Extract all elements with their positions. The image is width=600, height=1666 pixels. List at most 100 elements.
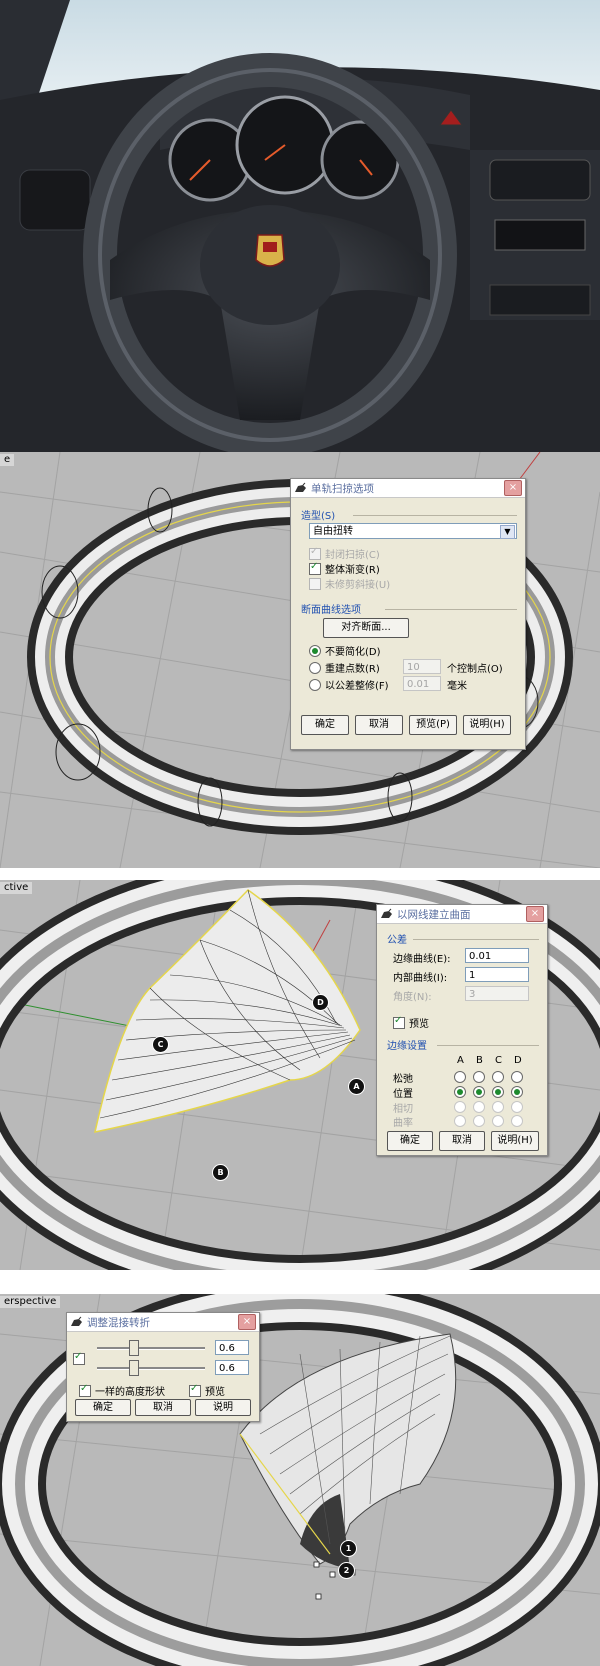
style-select-value: 自由扭转: [313, 526, 353, 537]
bulge-value-1-field[interactable]: 0.6: [215, 1340, 249, 1355]
radio[interactable]: [309, 661, 321, 674]
preview-checkbox[interactable]: 预览: [189, 1383, 225, 1398]
checkbox: [309, 577, 321, 590]
tangent-a-radio: [454, 1101, 466, 1113]
inner-curves-label: 内部曲线(I):: [393, 973, 448, 984]
dialog-title: 单轨扫掠选项: [311, 482, 374, 495]
bulge-slider-1-thumb[interactable]: [129, 1340, 139, 1356]
rebuild-count-field[interactable]: 10: [403, 659, 441, 674]
loose-b-radio[interactable]: [473, 1071, 485, 1083]
tolerance-group-label: 公差: [387, 935, 407, 946]
bulge-slider-1-track[interactable]: [97, 1347, 205, 1350]
ok-button[interactable]: 确定: [301, 715, 349, 735]
style-select[interactable]: 自由扭转 ▼: [309, 523, 517, 539]
angle-label: 角度(N):: [393, 992, 432, 1003]
radio[interactable]: [309, 644, 321, 657]
close-icon[interactable]: ×: [504, 480, 522, 496]
loose-c-radio[interactable]: [492, 1071, 504, 1083]
viewport-rail-sweep[interactable]: e 单轨扫掠选项 × 造型(S) 自由扭转 ▼ 封闭扫掠(C) 整体渐变(R) …: [0, 452, 600, 868]
divider: [353, 515, 517, 516]
divider: [413, 939, 539, 940]
curvature-c-radio: [492, 1115, 504, 1127]
edge-curves-field[interactable]: 0.01: [465, 948, 529, 963]
inner-curves-field[interactable]: 1: [465, 967, 529, 982]
viewport-blend-adjust[interactable]: erspective 1 2 调整混接转折 × 0.6 0.6 一样的高度形状 …: [0, 1294, 600, 1666]
angle-field[interactable]: 3: [465, 986, 529, 1001]
edge-curves-label: 边缘曲线(E):: [393, 954, 451, 965]
ok-button[interactable]: 确定: [75, 1399, 131, 1416]
chevron-down-icon[interactable]: ▼: [500, 525, 515, 539]
tangent-b-radio: [473, 1101, 485, 1113]
tangent-d-radio: [511, 1101, 523, 1113]
loose-a-radio[interactable]: [454, 1071, 466, 1083]
point-marker-2[interactable]: 2: [338, 1562, 355, 1579]
row-loose-label: 松弛: [393, 1074, 413, 1085]
refit-radio[interactable]: 以公差整修(F): [309, 677, 389, 692]
bulge-slider-2-thumb[interactable]: [129, 1360, 139, 1376]
no-simplify-radio[interactable]: 不要简化(D): [309, 643, 381, 658]
row-position-label: 位置: [393, 1089, 413, 1100]
viewport-network-surface[interactable]: ctive A B C D 以网线建立曲面 × 公差 边缘曲线(E): 0.01…: [0, 880, 600, 1270]
bulge-value-2-field[interactable]: 0.6: [215, 1360, 249, 1375]
section-group-label: 断面曲线选项: [301, 605, 361, 616]
same-height-checkbox[interactable]: 一样的高度形状: [79, 1383, 165, 1398]
point-marker-c[interactable]: C: [152, 1036, 169, 1053]
checkbox[interactable]: [189, 1383, 201, 1397]
checkbox[interactable]: [393, 1015, 405, 1029]
bulge-slider-2-track[interactable]: [97, 1367, 205, 1370]
col-header-c: C: [495, 1055, 502, 1066]
checkbox[interactable]: [73, 1351, 85, 1365]
point-marker-a[interactable]: A: [348, 1078, 365, 1095]
refit-tolerance-field[interactable]: 0.01: [403, 676, 441, 691]
dialog-title: 调整混接转折: [87, 1316, 150, 1329]
rebuild-radio[interactable]: 重建点数(R): [309, 660, 380, 675]
position-a-radio[interactable]: [454, 1086, 466, 1098]
cancel-button[interactable]: 取消: [135, 1399, 191, 1416]
position-d-radio[interactable]: [511, 1086, 523, 1098]
untrimmed-miters-checkbox: 未修剪斜接(U): [309, 576, 390, 591]
dialog-titlebar[interactable]: 单轨扫掠选项 ×: [291, 479, 525, 498]
close-icon[interactable]: ×: [238, 1314, 256, 1330]
cancel-button[interactable]: 取消: [439, 1131, 485, 1151]
position-b-radio[interactable]: [473, 1086, 485, 1098]
adjust-blend-bulge-dialog: 调整混接转折 × 0.6 0.6 一样的高度形状 预览 确定 取消 说明: [66, 1312, 260, 1422]
global-blend-checkbox[interactable]: 整体渐变(R): [309, 561, 380, 576]
preview-button[interactable]: 预览(P): [409, 715, 457, 735]
close-icon[interactable]: ×: [526, 906, 544, 922]
loose-d-radio[interactable]: [511, 1071, 523, 1083]
position-c-radio[interactable]: [492, 1086, 504, 1098]
style-group-label: 造型(S): [301, 511, 336, 522]
preview-checkbox[interactable]: 预览: [393, 1015, 429, 1030]
cancel-button[interactable]: 取消: [355, 715, 403, 735]
rhino-icon: [70, 1316, 83, 1329]
sweep-options-dialog: 单轨扫掠选项 × 造型(S) 自由扭转 ▼ 封闭扫掠(C) 整体渐变(R) 未修…: [290, 478, 526, 750]
rhino-icon: [380, 908, 393, 921]
divider: [385, 609, 517, 610]
curvature-radio-row: [454, 1115, 527, 1127]
ok-button[interactable]: 确定: [387, 1131, 433, 1151]
col-header-a: A: [457, 1055, 464, 1066]
loose-radio-row: [454, 1071, 527, 1083]
row-tangent-label: 相切: [393, 1104, 413, 1115]
align-sections-button[interactable]: 对齐断面...: [323, 618, 409, 638]
dialog-titlebar[interactable]: 以网线建立曲面 ×: [377, 905, 547, 924]
divider: [437, 1045, 539, 1046]
tangent-c-radio: [492, 1101, 504, 1113]
point-marker-d[interactable]: D: [312, 994, 329, 1011]
help-button[interactable]: 说明(H): [463, 715, 511, 735]
sync-checkbox[interactable]: [73, 1351, 89, 1365]
checkbox[interactable]: [79, 1383, 91, 1397]
point-marker-1[interactable]: 1: [340, 1540, 357, 1557]
col-header-b: B: [476, 1055, 483, 1066]
radio[interactable]: [309, 678, 321, 691]
dialog-title: 以网线建立曲面: [397, 908, 471, 921]
help-button[interactable]: 说明(H): [491, 1131, 539, 1151]
viewport-label: e: [0, 454, 15, 466]
steering-wheel-illustration: [0, 0, 600, 452]
edge-settings-group-label: 边缘设置: [387, 1041, 427, 1052]
checkbox[interactable]: [309, 561, 321, 575]
point-marker-b[interactable]: B: [212, 1164, 229, 1181]
help-button[interactable]: 说明: [195, 1399, 251, 1416]
dialog-titlebar[interactable]: 调整混接转折 ×: [67, 1313, 259, 1332]
tangent-radio-row: [454, 1101, 527, 1113]
